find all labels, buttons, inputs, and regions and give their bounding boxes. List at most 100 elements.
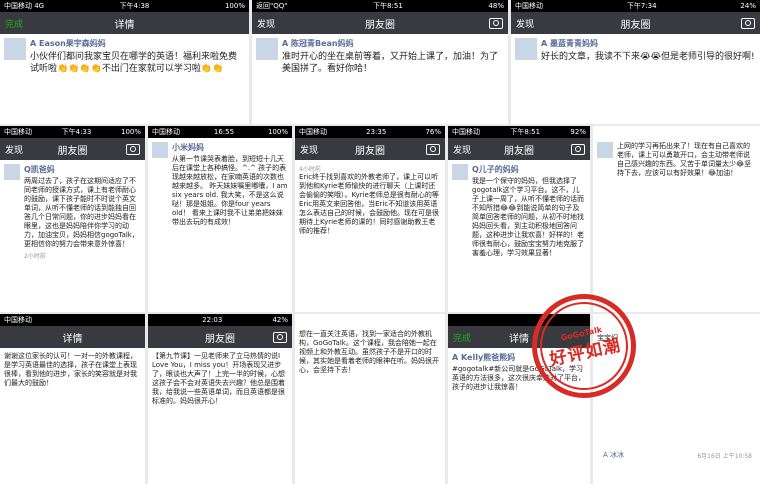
camera-icon[interactable] [489,17,503,29]
nav-bar: 发现 朋友圈 [0,138,145,160]
back-button[interactable]: 发现 [453,143,471,156]
moment-post: Q凯爸妈 两周过去了，孩子在这期间适应了不同老师的授课方式，课上有老师耐心的鼓励… [0,160,145,264]
post-time: 2小时前 [24,253,46,260]
comment: A 冰冰 [603,450,624,460]
avatar[interactable] [152,142,168,158]
moment-post: A Eason果宇森妈妈 小伙伴们都问我家宝贝在哪学的英语！福利来啦免费试听啦👏… [0,34,249,79]
done-button[interactable]: 完成 [5,17,23,30]
post-text: 我是一个保守的妈妈，但我选择了gogotalk这个学习平台。这不，儿子上课一周了… [472,177,584,257]
moment-post: 上网的学习再拓出来了！现在有自己喜欢的老师，课上可以勇敢开口，会主动带老师说自己… [593,126,760,182]
clock: 下午7:34 [626,2,657,10]
moment-post: 4小时前 Eric终于找到喜欢的外教老师了，课上可以听到他和Kyrie老师愉快的… [295,160,445,240]
clock: 下午8:51 [373,2,403,10]
moment-post: 【第九节课】一见老师来了立马热情的说I Love You，I miss you！… [148,348,292,410]
comment-time: 6月16日 上午10:58 [697,453,752,460]
avatar[interactable] [4,38,26,60]
avatar[interactable] [256,38,278,60]
status-bar: 返回"QQ" 下午8:51 48% [252,0,508,12]
battery: 100% [267,128,288,136]
screenshot-top-right: 中国移动 下午7:34 24% 发现 朋友圈 A 墨蓝青青妈妈 好长的文章，我读… [511,0,760,124]
clock: 22:03 [202,316,223,324]
avatar[interactable] [452,164,468,180]
battery: 100% [120,128,141,136]
author-name[interactable]: A 墨蓝青青妈妈 [541,38,755,49]
stamp-inner-ring: GoGoTalk 好评如潮 [531,293,637,399]
post-text: 两周过去了，孩子在这期间适应了不同老师的授课方式，课上有老师耐心的鼓励，课下孩子… [24,177,139,248]
post-text: 谢谢这位家长的认可！一对一的外教课程，是学习英语最佳的选择，孩子在课堂上表现很棒… [4,352,137,387]
battery: 92% [570,128,586,136]
page-title: 朋友圈 [620,19,651,31]
camera-icon[interactable] [273,331,287,343]
battery: 24% [740,2,756,10]
post-time: 4小时前 [299,166,321,173]
screenshot-bottom-2: 22:03 42% 朋友圈 【第九节课】一见老师来了立马热情的说I Love Y… [148,314,292,484]
clock: 23:35 [366,128,387,136]
post-text: 【第九节课】一见老师来了立马热情的说I Love You，I miss you！… [152,352,285,405]
moment-post: Q儿子的妈妈 我是一个保守的妈妈，但我选择了gogotalk这个学习平台。这不，… [448,160,590,262]
author-name[interactable]: 小米妈妈 [172,142,288,153]
carrier: 中国移动 [452,128,480,136]
post-text: 小伙伴们都问我家宝贝在哪学的英语！福利来啦免费试听啦👏👏👏👏不出门在家就可以学习… [30,52,238,74]
moment-post: A 陈冠青Bean妈妈 准时开心的坐在桌前等着，又开始上课了，加油！为了美国拼了… [252,34,508,79]
status-bar: 中国移动 下午8:51 92% [448,126,590,138]
author-name[interactable]: A 陈冠青Bean妈妈 [282,38,504,49]
camera-icon[interactable] [571,143,585,155]
screenshot-bottom-3: 想在一直关注英语，找到一家适合的外教机构，GoGoTalk。这个课程，我会陪她一… [295,314,445,484]
comment-author[interactable]: A 冰冰 [603,450,624,460]
moment-post: 小米妈妈 从第一节课哭表着脸，到短短十几天后在课堂上各种搞怪。^.^ 孩子的表现… [148,138,292,231]
post-text: 想在一直关注英语，找到一家适合的外教机构，GoGoTalk。这个课程，我会陪她一… [299,330,439,374]
carrier: 中国移动 [4,316,32,324]
moment-post: 想在一直关注英语，找到一家适合的外教机构，GoGoTalk。这个课程，我会陪她一… [295,314,445,379]
done-button[interactable]: 完成 [453,331,471,344]
status-bar: 中国移动 4G 下午4:38 100% [0,0,249,12]
carrier: 中国移动 [4,128,32,136]
screenshot-bottom-1: 中国移动 详情 谢谢这位家长的认可！一对一的外教课程，是学习英语最佳的选择，孩子… [0,314,145,484]
nav-bar: 发现 朋友圈 [511,12,760,34]
status-bar: 中国移动 [0,314,145,326]
battery: 42% [272,316,288,324]
carrier: 中国移动 4G [4,2,45,10]
screenshot-top-left: 中国移动 4G 下午4:38 100% 完成 详情 A Eason果宇森妈妈 小… [0,0,249,124]
author-name[interactable]: Q儿子的妈妈 [472,164,586,175]
page-title: 朋友圈 [205,333,235,345]
author-name[interactable]: A Eason果宇森妈妈 [30,38,245,49]
back-button[interactable]: 发现 [516,17,534,30]
stamp-slogan: 好评如潮 [548,335,623,371]
page-title: 详情 [62,333,83,345]
battery: 76% [425,128,441,136]
avatar[interactable] [597,142,613,158]
screenshot-mid-1: 中国移动 下午4:33 100% 发现 朋友圈 Q凯爸妈 两周过去了，孩子在这期… [0,126,145,312]
screenshot-mid-2: 中国移动 16:55 100% 小米妈妈 从第一节课哭表着脸，到短短十几天后在课… [148,126,292,312]
clock: 下午4:38 [119,2,150,10]
status-bar: 中国移动 下午7:34 24% [511,0,760,12]
screenshot-mid-3: 中国移动 23:35 76% 发现 朋友圈 4小时前 Eric终于找到喜欢的外教… [295,126,445,312]
nav-bar: 发现 朋友圈 [448,138,590,160]
camera-icon[interactable] [126,143,140,155]
avatar[interactable] [515,38,537,60]
nav-bar: 发现 朋友圈 [252,12,508,34]
post-text: 从第一节课哭表着脸，到短短十几天后在课堂上各种搞怪。^.^ 孩子的表现越来越放松… [172,155,288,226]
post-text: Eric终于找到喜欢的外教老师了，课上可以听到他和Kyrie老师愉快的进行聊天（… [299,173,439,235]
status-bar: 中国移动 下午4:33 100% [0,126,145,138]
nav-bar: 发现 朋友圈 [295,138,445,160]
status-bar: 中国移动 16:55 100% [148,126,292,138]
carrier: 中国移动 [152,128,180,136]
nav-bar: 详情 [0,326,145,348]
back-button[interactable]: 发现 [5,143,23,156]
post-text: 好长的文章，我读不下来😭😭但是老师引导的很好啊! [541,52,755,62]
back-button[interactable]: 发现 [257,17,275,30]
camera-icon[interactable] [426,143,440,155]
author-name[interactable]: Q凯爸妈 [24,164,141,175]
nav-bar: 完成 详情 [0,12,249,34]
screenshot-top-mid: 返回"QQ" 下午8:51 48% 发现 朋友圈 A 陈冠青Bean妈妈 准时开… [252,0,508,124]
battery: 100% [224,2,245,10]
camera-icon[interactable] [741,17,755,29]
back-button[interactable]: 发现 [300,143,318,156]
moment-post: A 墨蓝青青妈妈 好长的文章，我读不下来😭😭但是老师引导的很好啊! [511,34,760,67]
page-title: 朋友圈 [365,19,395,31]
clock: 16:55 [213,128,235,136]
back-to-qq[interactable]: 返回"QQ" [256,0,287,12]
screenshot-mid-5: 上网的学习再拓出来了！现在有自己喜欢的老师，课上可以勇敢开口，会主动带老师说自己… [593,126,760,312]
clock: 下午8:51 [510,128,541,136]
avatar[interactable] [4,164,20,180]
